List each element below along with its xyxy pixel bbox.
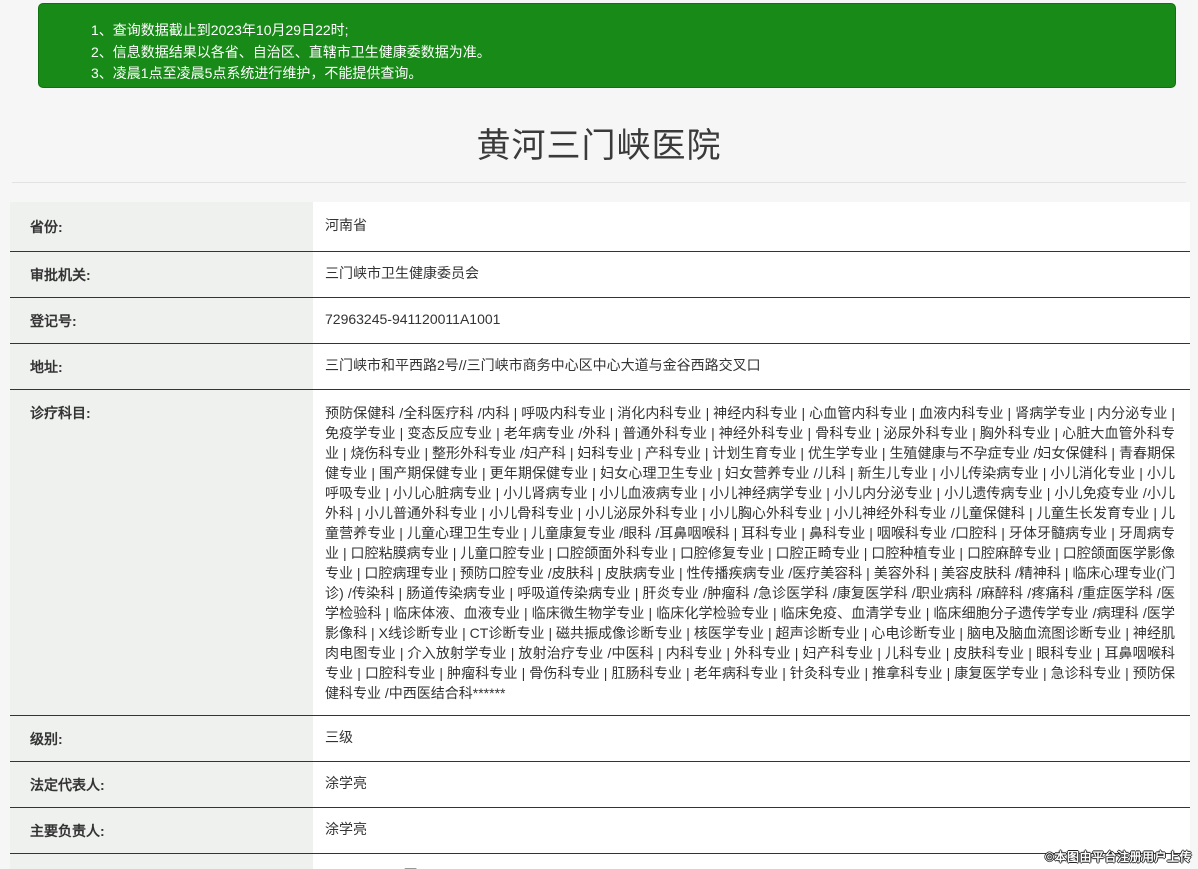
field-label: 法定代表人:: [10, 762, 313, 807]
field-value: 涂学亮: [313, 808, 1190, 853]
table-row-level: 级别: 三级: [10, 716, 1190, 762]
notice-item: 3、凌晨1点至凌晨5点系统进行维护，不能提供查询。: [91, 63, 1155, 85]
notice-banner: 1、查询数据截止到2023年10月29日22时; 2、信息数据结果以各省、自治区…: [38, 3, 1176, 88]
field-label: 登记号:: [10, 298, 313, 343]
field-value: 72963245-941120011A1001: [313, 298, 1190, 343]
field-value: 涂学亮: [313, 762, 1190, 807]
page-title: 黄河三门峡医院: [0, 118, 1198, 167]
hospital-info-table: 省份: 河南省 审批机关: 三门峡市卫生健康委员会 登记号: 72963245-…: [10, 202, 1190, 869]
title-divider: [12, 182, 1186, 183]
field-label: 级别:: [10, 716, 313, 761]
field-label: 地址:: [10, 344, 313, 389]
uploader-watermark: ©本图由平台注册用户上传: [1045, 848, 1192, 865]
table-row-address: 地址: 三门峡市和平西路2号//三门峡市商务中心区中心大道与金谷西路交叉口: [10, 344, 1190, 390]
field-label: 主要负责人:: [10, 808, 313, 853]
field-label: 诊疗科目:: [10, 390, 313, 715]
field-value: 三门峡市卫生健康委员会: [313, 252, 1190, 297]
field-value: 三级: [313, 716, 1190, 761]
field-label: 执业许可证有效期:: [10, 854, 313, 869]
table-row-registration-number: 登记号: 72963245-941120011A1001: [10, 298, 1190, 344]
table-row-approval-authority: 审批机关: 三门峡市卫生健康委员会: [10, 252, 1190, 298]
table-row-medical-subjects: 诊疗科目: 预防保健科 /全科医疗科 /内科 | 呼吸内科专业 | 消化内科专业…: [10, 390, 1190, 716]
notice-item: 2、信息数据结果以各省、自治区、直辖市卫生健康委数据为准。: [91, 42, 1155, 64]
title-section: 黄河三门峡医院: [0, 88, 1198, 182]
table-row-province: 省份: 河南省: [10, 202, 1190, 252]
field-label: 审批机关:: [10, 252, 313, 297]
field-value: 预防保健科 /全科医疗科 /内科 | 呼吸内科专业 | 消化内科专业 | 神经内…: [313, 390, 1190, 715]
table-row-main-responsible-person: 主要负责人: 涂学亮: [10, 808, 1190, 854]
field-label: 省份:: [10, 202, 313, 251]
notice-item: 1、查询数据截止到2023年10月29日22时;: [91, 20, 1155, 42]
field-value: 河南省: [313, 202, 1190, 251]
table-row-license-validity: 执业许可证有效期: 2020/12/31 -至- 2033/4/8: [10, 854, 1190, 869]
field-value: 三门峡市和平西路2号//三门峡市商务中心区中心大道与金谷西路交叉口: [313, 344, 1190, 389]
table-row-legal-representative: 法定代表人: 涂学亮: [10, 762, 1190, 808]
